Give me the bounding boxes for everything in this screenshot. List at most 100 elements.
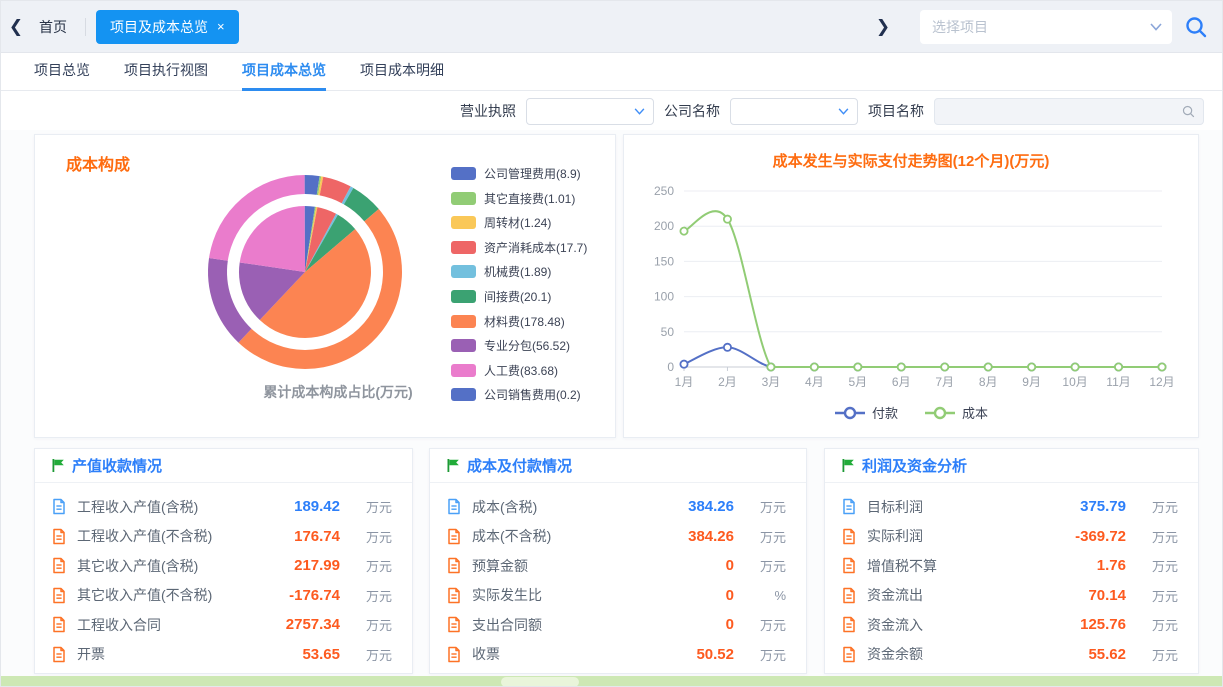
stat-value: 125.76 [1080,616,1126,633]
stat-label: 实际利润 [867,526,1065,546]
pie-legend-item-7[interactable]: 专业分包(56.52) [451,337,587,354]
forward-icon[interactable]: ❯ [868,17,898,37]
stat-value: 0 [726,587,734,604]
stat-unit: % [744,588,786,603]
y-tick-label: 100 [654,290,674,304]
trend-chart-title: 成本发生与实际支付走势图(12个月)(万元) [624,150,1198,171]
stat-label: 其它收入产值(不含税) [77,585,279,605]
x-tick-label: 8月 [979,375,998,389]
view-tab-2[interactable]: 项目成本总览 [242,53,326,91]
search-button[interactable] [1184,15,1208,39]
company-filter-label: 公司名称 [664,101,720,121]
x-tick-label: 4月 [805,375,824,389]
view-tab-0[interactable]: 项目总览 [34,53,90,91]
pie-legend-item-0[interactable]: 公司管理费用(8.9) [451,165,587,182]
view-tab-3[interactable]: 项目成本明细 [360,53,444,91]
close-icon[interactable]: × [217,19,225,34]
data-point[interactable] [1158,363,1165,370]
x-tick-label: 10月 [1062,375,1087,389]
data-point[interactable] [898,363,905,370]
stat-panel-title: 成本及付款情况 [467,455,572,476]
chevron-down-icon [1150,23,1162,31]
view-tab-1[interactable]: 项目执行视图 [124,53,208,91]
document-icon [841,528,857,545]
pie-legend-item-6[interactable]: 材料费(178.48) [451,313,587,330]
output-collection-panel: 产值收款情况工程收入产值(含税)189.42万元工程收入产值(不含税)176.7… [34,448,413,674]
home-link[interactable]: 首页 [31,17,85,37]
trend-chart-legend: 付款 成本 [624,403,1198,422]
pie-legend-item-5[interactable]: 间接费(20.1) [451,288,587,305]
trend-line-chart[interactable]: 0501001502002501月2月3月4月5月6月7月8月9月10月11月1… [624,179,1200,395]
stat-unit: 万元 [744,527,786,546]
flag-icon [446,458,460,473]
pie-legend-item-4[interactable]: 机械费(1.89) [451,263,587,280]
legend-swatch [451,315,476,328]
x-tick-label: 12月 [1149,375,1174,389]
stat-label: 其它收入产值(含税) [77,556,284,576]
stat-value: 0 [726,557,734,574]
stat-label: 工程收入合同 [77,615,276,635]
document-icon [446,646,462,663]
scrollbar-thumb[interactable] [501,677,579,687]
data-point[interactable] [811,363,818,370]
stat-row: 收票50.52万元 [446,640,786,670]
x-tick-label: 3月 [762,375,781,389]
license-filter-select[interactable] [526,98,654,125]
x-tick-label: 5月 [848,375,867,389]
pie-legend-item-1[interactable]: 其它直接费(1.01) [451,190,587,207]
project-select-placeholder: 选择项目 [932,17,1150,37]
pie-legend-item-2[interactable]: 周转材(1.24) [451,214,587,231]
stat-label: 资金余额 [867,644,1078,664]
data-point[interactable] [1028,363,1035,370]
data-point[interactable] [1071,363,1078,370]
legend-label: 付款 [872,403,898,422]
data-point[interactable] [1115,363,1122,370]
stat-value: 55.62 [1088,646,1126,663]
pie-legend-item-8[interactable]: 人工费(83.68) [451,362,587,379]
x-tick-label: 1月 [675,375,694,389]
legend-label: 材料费(178.48) [484,313,565,330]
stat-row: 资金流入125.76万元 [841,610,1178,640]
data-point[interactable] [854,363,861,370]
y-tick-label: 200 [654,219,674,233]
trend-legend-item-0[interactable]: 付款 [834,403,898,422]
data-point[interactable] [985,363,992,370]
stat-value: 189.42 [294,498,340,515]
project-select[interactable]: 选择项目 [920,10,1172,44]
data-point[interactable] [767,363,774,370]
x-tick-label: 11月 [1106,375,1130,389]
app-root: ❮ 首页 项目及成本总览 × ❯ 选择项目 项目总览项目执行视图项目成本总览项 [0,0,1223,687]
stat-value: 50.52 [696,646,734,663]
project-name-input[interactable] [934,98,1204,125]
stat-panel-header: 产值收款情况 [35,449,412,483]
cost-payment-trend-panel: 成本发生与实际支付走势图(12个月)(万元) 0501001502002501月… [623,134,1199,438]
data-point[interactable] [680,228,687,235]
document-icon [51,528,67,545]
legend-label: 人工费(83.68) [484,362,558,379]
company-filter-select[interactable] [730,98,858,125]
back-icon[interactable]: ❮ [1,17,31,37]
horizontal-scrollbar[interactable] [1,676,1222,687]
data-point[interactable] [724,344,731,351]
trend-legend-item-1[interactable]: 成本 [924,403,988,422]
stat-label: 工程收入产值(不含税) [77,526,284,546]
cost-composition-pie-chart[interactable] [185,163,425,381]
stat-unit: 万元 [350,527,392,546]
document-icon [446,557,462,574]
data-point[interactable] [680,361,687,368]
legend-label: 其它直接费(1.01) [484,190,575,207]
data-point[interactable] [724,216,731,223]
open-tab-project-cost-overview[interactable]: 项目及成本总览 × [96,10,239,44]
legend-swatch [451,167,476,180]
pie-legend-item-3[interactable]: 资产消耗成本(17.7) [451,239,587,256]
x-tick-label: 7月 [935,375,954,389]
stat-unit: 万元 [1136,527,1178,546]
line-marker-icon [924,406,956,420]
pie-legend-item-9[interactable]: 公司销售费用(0.2) [451,386,587,403]
stat-unit: 万元 [350,556,392,575]
data-point[interactable] [941,363,948,370]
stat-unit: 万元 [350,645,392,664]
stat-rows: 工程收入产值(含税)189.42万元工程收入产值(不含税)176.74万元其它收… [35,483,412,669]
stat-panel-header: 成本及付款情况 [430,449,806,483]
stat-row: 资金流出70.14万元 [841,581,1178,611]
